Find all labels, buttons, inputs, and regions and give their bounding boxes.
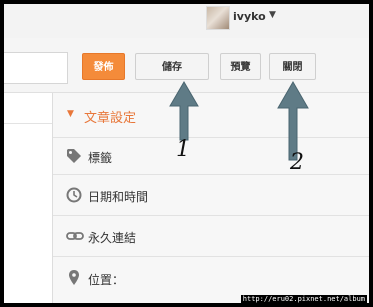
editor-body[interactable] <box>4 93 52 303</box>
post-settings-title: 文章設定 <box>84 111 137 126</box>
clock-icon <box>66 187 82 203</box>
top-header: ivyko ▼ <box>4 4 369 38</box>
settings-item-label: 位置： <box>88 273 125 287</box>
avatar[interactable] <box>206 6 230 30</box>
annotation-number-2: 2 <box>290 150 304 175</box>
username[interactable]: ivyko <box>233 10 266 23</box>
publish-button[interactable]: 發佈 <box>82 53 125 80</box>
post-settings-panel: ▼ 文章設定 標籤 日期和時間 永久連結 位置： <box>52 93 369 303</box>
settings-item-label: 標籤 <box>88 151 113 165</box>
close-button[interactable]: 關閉 <box>269 53 316 80</box>
annotation-arrow-1 <box>169 81 199 141</box>
location-pin-icon <box>69 270 79 285</box>
caret-down-icon[interactable]: ▼ <box>269 10 276 20</box>
caret-down-icon: ▼ <box>67 109 74 119</box>
settings-item-date-time[interactable]: 日期和時間 <box>53 175 369 216</box>
post-settings-header[interactable]: ▼ 文章設定 <box>53 93 369 138</box>
settings-item-label: 永久連結 <box>88 231 137 245</box>
editor-divider <box>4 123 52 124</box>
settings-item-labels[interactable]: 標籤 <box>53 138 369 175</box>
settings-item-label: 日期和時間 <box>88 190 149 204</box>
annotation-number-1: 1 <box>176 137 190 162</box>
link-icon <box>66 232 84 240</box>
post-title-input[interactable] <box>4 52 68 84</box>
preview-button[interactable]: 預覽 <box>220 53 261 80</box>
blogger-editor-window: ivyko ▼ 發佈 儲存 預覽 關閉 ▼ 文章設定 標籤 日期和時間 永久連結… <box>4 4 369 303</box>
watermark: http://eru02.pixnet.net/album <box>240 295 367 303</box>
settings-item-permalink[interactable]: 永久連結 <box>53 216 369 257</box>
save-button[interactable]: 儲存 <box>135 53 209 80</box>
tag-icon <box>67 149 81 163</box>
